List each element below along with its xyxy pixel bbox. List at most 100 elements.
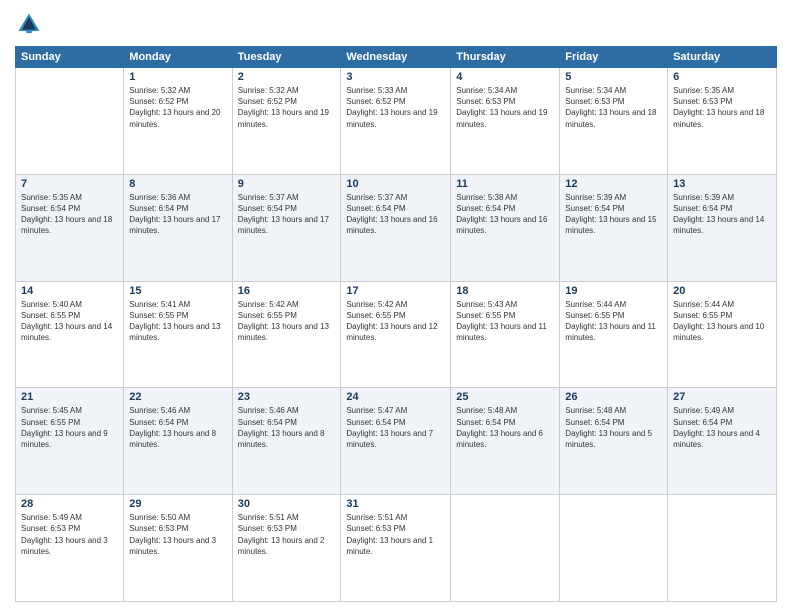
day-number: 3	[346, 71, 445, 83]
calendar-cell: 5 Sunrise: 5:34 AMSunset: 6:53 PMDaylight…	[560, 68, 668, 175]
day-number: 4	[456, 71, 554, 83]
day-number: 10	[346, 178, 445, 190]
day-number: 25	[456, 391, 554, 403]
day-info: Sunrise: 5:51 AMSunset: 6:53 PMDaylight:…	[346, 512, 445, 557]
day-info: Sunrise: 5:43 AMSunset: 6:55 PMDaylight:…	[456, 299, 554, 344]
calendar-week-row: 1Sunrise: 5:32 AMSunset: 6:52 PMDaylight…	[16, 68, 777, 175]
day-number: 29	[129, 498, 226, 510]
day-number: 16	[238, 285, 336, 297]
calendar-cell: 3 Sunrise: 5:33 AMSunset: 6:52 PMDaylight…	[341, 68, 451, 175]
calendar-week-row: 14Sunrise: 5:40 AMSunset: 6:55 PMDayligh…	[16, 281, 777, 388]
day-number: 24	[346, 391, 445, 403]
day-number: 5	[565, 71, 662, 83]
calendar-cell	[16, 68, 124, 175]
weekday-header: Thursday	[451, 47, 560, 68]
day-info: Sunrise: 5:37 AMSunset: 6:54 PMDaylight:…	[238, 192, 336, 237]
day-info: Sunrise: 5:42 AMSunset: 6:55 PMDaylight:…	[346, 299, 445, 344]
day-number: 13	[673, 178, 771, 190]
calendar-cell: 24 Sunrise: 5:47 AMSunset: 6:54 PMDayligh…	[341, 388, 451, 495]
calendar-cell: 19 Sunrise: 5:44 AMSunset: 6:55 PMDayligh…	[560, 281, 668, 388]
day-number: 19	[565, 285, 662, 297]
day-number: 2	[238, 71, 336, 83]
day-info: Sunrise: 5:44 AMSunset: 6:55 PMDaylight:…	[565, 299, 662, 344]
calendar-cell: 4 Sunrise: 5:34 AMSunset: 6:53 PMDaylight…	[451, 68, 560, 175]
day-number: 18	[456, 285, 554, 297]
calendar-cell: 23 Sunrise: 5:46 AMSunset: 6:54 PMDayligh…	[232, 388, 341, 495]
day-info: Sunrise: 5:39 AMSunset: 6:54 PMDaylight:…	[565, 192, 662, 237]
day-info: Sunrise: 5:37 AMSunset: 6:54 PMDaylight:…	[346, 192, 445, 237]
day-info: Sunrise: 5:44 AMSunset: 6:55 PMDaylight:…	[673, 299, 771, 344]
weekday-header-row: SundayMondayTuesdayWednesdayThursdayFrid…	[16, 47, 777, 68]
logo-icon	[15, 10, 43, 38]
calendar-cell: 29 Sunrise: 5:50 AMSunset: 6:53 PMDayligh…	[124, 495, 232, 602]
calendar-cell	[451, 495, 560, 602]
day-number: 30	[238, 498, 336, 510]
day-info: Sunrise: 5:38 AMSunset: 6:54 PMDaylight:…	[456, 192, 554, 237]
day-info: Sunrise: 5:34 AMSunset: 6:53 PMDaylight:…	[456, 85, 554, 130]
calendar-cell: 8Sunrise: 5:36 AMSunset: 6:54 PMDaylight…	[124, 174, 232, 281]
day-info: Sunrise: 5:45 AMSunset: 6:55 PMDaylight:…	[21, 405, 118, 450]
calendar-cell	[560, 495, 668, 602]
day-info: Sunrise: 5:33 AMSunset: 6:52 PMDaylight:…	[346, 85, 445, 130]
day-info: Sunrise: 5:48 AMSunset: 6:54 PMDaylight:…	[565, 405, 662, 450]
calendar-cell	[668, 495, 777, 602]
day-number: 27	[673, 391, 771, 403]
calendar-cell: 18 Sunrise: 5:43 AMSunset: 6:55 PMDayligh…	[451, 281, 560, 388]
weekday-header: Monday	[124, 47, 232, 68]
calendar-cell: 28 Sunrise: 5:49 AMSunset: 6:53 PMDayligh…	[16, 495, 124, 602]
header	[15, 10, 777, 38]
day-info: Sunrise: 5:42 AMSunset: 6:55 PMDaylight:…	[238, 299, 336, 344]
calendar-cell: 12Sunrise: 5:39 AMSunset: 6:54 PMDayligh…	[560, 174, 668, 281]
calendar-cell: 10 Sunrise: 5:37 AMSunset: 6:54 PMDayligh…	[341, 174, 451, 281]
calendar-cell: 2 Sunrise: 5:32 AMSunset: 6:52 PMDaylight…	[232, 68, 341, 175]
day-number: 20	[673, 285, 771, 297]
day-number: 14	[21, 285, 118, 297]
logo	[15, 10, 47, 38]
calendar-cell: 20 Sunrise: 5:44 AMSunset: 6:55 PMDayligh…	[668, 281, 777, 388]
day-info: Sunrise: 5:48 AMSunset: 6:54 PMDaylight:…	[456, 405, 554, 450]
day-info: Sunrise: 5:35 AMSunset: 6:53 PMDaylight:…	[673, 85, 771, 130]
calendar-cell: 27 Sunrise: 5:49 AMSunset: 6:54 PMDayligh…	[668, 388, 777, 495]
day-info: Sunrise: 5:46 AMSunset: 6:54 PMDaylight:…	[238, 405, 336, 450]
weekday-header: Tuesday	[232, 47, 341, 68]
calendar-cell: 9Sunrise: 5:37 AMSunset: 6:54 PMDaylight…	[232, 174, 341, 281]
calendar-cell: 16 Sunrise: 5:42 AMSunset: 6:55 PMDayligh…	[232, 281, 341, 388]
day-info: Sunrise: 5:32 AMSunset: 6:52 PMDaylight:…	[129, 85, 226, 130]
day-number: 22	[129, 391, 226, 403]
calendar-cell: 31 Sunrise: 5:51 AMSunset: 6:53 PMDayligh…	[341, 495, 451, 602]
day-info: Sunrise: 5:47 AMSunset: 6:54 PMDaylight:…	[346, 405, 445, 450]
day-info: Sunrise: 5:34 AMSunset: 6:53 PMDaylight:…	[565, 85, 662, 130]
day-number: 26	[565, 391, 662, 403]
calendar-cell: 25 Sunrise: 5:48 AMSunset: 6:54 PMDayligh…	[451, 388, 560, 495]
calendar-cell: 7 Sunrise: 5:35 AMSunset: 6:54 PMDaylight…	[16, 174, 124, 281]
calendar-cell: 21 Sunrise: 5:45 AMSunset: 6:55 PMDayligh…	[16, 388, 124, 495]
day-number: 17	[346, 285, 445, 297]
day-info: Sunrise: 5:49 AMSunset: 6:53 PMDaylight:…	[21, 512, 118, 557]
day-number: 11	[456, 178, 554, 190]
day-info: Sunrise: 5:46 AMSunset: 6:54 PMDaylight:…	[129, 405, 226, 450]
calendar-week-row: 7 Sunrise: 5:35 AMSunset: 6:54 PMDaylight…	[16, 174, 777, 281]
calendar-cell: 13 Sunrise: 5:39 AMSunset: 6:54 PMDayligh…	[668, 174, 777, 281]
calendar-cell: 17 Sunrise: 5:42 AMSunset: 6:55 PMDayligh…	[341, 281, 451, 388]
day-info: Sunrise: 5:49 AMSunset: 6:54 PMDaylight:…	[673, 405, 771, 450]
calendar-page: SundayMondayTuesdayWednesdayThursdayFrid…	[0, 0, 792, 612]
calendar-week-row: 21 Sunrise: 5:45 AMSunset: 6:55 PMDayligh…	[16, 388, 777, 495]
weekday-header: Friday	[560, 47, 668, 68]
calendar-cell: 22 Sunrise: 5:46 AMSunset: 6:54 PMDayligh…	[124, 388, 232, 495]
day-info: Sunrise: 5:35 AMSunset: 6:54 PMDaylight:…	[21, 192, 118, 237]
day-number: 23	[238, 391, 336, 403]
day-number: 28	[21, 498, 118, 510]
day-info: Sunrise: 5:50 AMSunset: 6:53 PMDaylight:…	[129, 512, 226, 557]
day-number: 6	[673, 71, 771, 83]
day-info: Sunrise: 5:51 AMSunset: 6:53 PMDaylight:…	[238, 512, 336, 557]
calendar-cell: 26 Sunrise: 5:48 AMSunset: 6:54 PMDayligh…	[560, 388, 668, 495]
day-number: 15	[129, 285, 226, 297]
day-number: 21	[21, 391, 118, 403]
day-number: 8	[129, 178, 226, 190]
day-info: Sunrise: 5:39 AMSunset: 6:54 PMDaylight:…	[673, 192, 771, 237]
day-number: 31	[346, 498, 445, 510]
day-info: Sunrise: 5:32 AMSunset: 6:52 PMDaylight:…	[238, 85, 336, 130]
day-number: 7	[21, 178, 118, 190]
calendar-cell: 30 Sunrise: 5:51 AMSunset: 6:53 PMDayligh…	[232, 495, 341, 602]
calendar-cell: 14Sunrise: 5:40 AMSunset: 6:55 PMDayligh…	[16, 281, 124, 388]
